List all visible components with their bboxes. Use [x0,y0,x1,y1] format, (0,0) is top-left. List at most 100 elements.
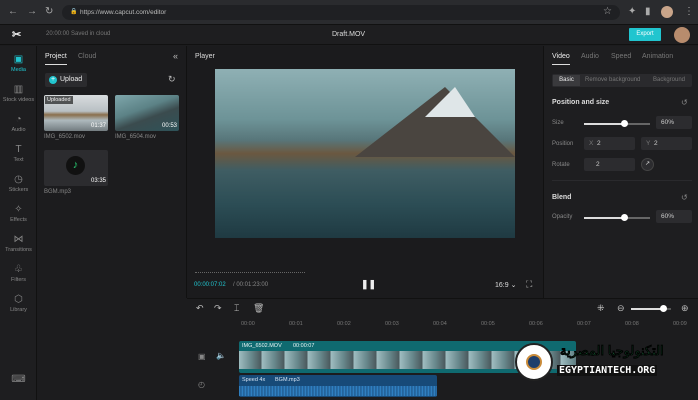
tab-cloud[interactable]: Cloud [78,53,96,60]
sidepanel-icon[interactable]: ▮ [645,6,651,17]
rail-label: Stickers [8,187,29,193]
fullscreen-icon[interactable]: ⛶ [526,279,532,290]
zoom-in-icon[interactable]: ⊕ [681,303,689,314]
delete-icon[interactable]: 🗑 [253,303,264,314]
opacity-slider[interactable] [584,214,650,221]
divider [552,180,692,181]
section-position-size: Position and size [552,99,610,106]
tab-audio[interactable]: Audio [581,53,599,60]
zoom-fill [631,308,663,310]
tab-video[interactable]: Video [552,53,570,65]
section-blend: Blend [552,194,572,201]
export-button[interactable]: Export [629,28,661,41]
rotate-input[interactable]: 2 [584,158,635,171]
undo-icon[interactable]: ↶ [196,303,204,314]
ruler-tick: 00:01 [289,321,303,327]
sticker-icon: ◷ [14,174,23,185]
timeline-zoom-slider[interactable] [631,305,671,312]
ruler-tick: 00:07 [577,321,591,327]
rail-filters[interactable]: ♧ Filters [0,264,37,283]
refresh-icon[interactable]: ↻ [168,74,176,85]
project-title[interactable]: Draft.MOV [332,31,365,38]
rail-label: Audio [11,127,26,133]
transitions-icon: ⋈ [13,234,24,245]
rail-text[interactable]: T Text [0,144,37,163]
audio-track-icon: ◴ [198,380,205,389]
zoom-knob[interactable] [660,305,667,312]
reload-icon[interactable]: ↻ [45,6,53,17]
media-item-name: BGM.mp3 [44,189,72,195]
menu-icon[interactable]: ⋮ [684,6,694,17]
ruler-tick: 00:02 [337,321,351,327]
subtab-background[interactable]: Background [653,77,685,83]
y-value: 2 [653,140,658,147]
rail-label: Library [10,307,27,313]
size-fill [584,123,624,125]
tab-project[interactable]: Project [45,53,67,65]
url-text: https://www.capcut.com/editor [80,9,167,16]
subtab-remove-background[interactable]: Remove background [585,77,640,83]
extensions-icon[interactable]: ✦ [628,6,636,17]
opacity-input[interactable]: 60% [656,210,692,223]
rail-transitions[interactable]: ⋈ Transitions [0,234,37,253]
waveform [239,386,437,396]
media-item-name: IMG_6504.mov [115,134,157,140]
video-preview[interactable] [215,69,515,238]
media-panel: Project Cloud « + Upload ↻ Uploaded 01:3… [37,46,187,298]
rail-effects[interactable]: ✧ Effects [0,204,37,223]
snap-icon[interactable]: ⁜ [597,303,605,314]
opacity-knob[interactable] [620,214,628,221]
watermark-logo [515,343,553,381]
tab-animation[interactable]: Animation [642,53,673,60]
back-icon[interactable]: ← [8,6,18,17]
zoom-out-icon[interactable]: ⊖ [617,303,625,314]
profile-avatar[interactable] [661,6,673,18]
media-item-img6502[interactable]: Uploaded 01:37 [44,95,108,131]
upload-label: Upload [60,76,83,83]
total-time: / 00:01:23:00 [233,282,269,288]
media-item-bgm[interactable]: ♪ 03:35 [44,150,108,186]
redo-icon[interactable]: ↷ [214,303,222,314]
position-y-input[interactable]: Y 2 [641,137,692,150]
library-icon: ⬡ [14,294,23,305]
rail-label: Filters [11,277,26,283]
rail-label: Transitions [5,247,32,253]
rail-label: Media [11,67,26,73]
collapse-icon[interactable]: « [173,51,178,61]
split-icon[interactable]: ⌶ [234,303,239,314]
upload-button[interactable]: + Upload [45,73,87,87]
size-knob[interactable] [620,120,628,127]
ratio-select[interactable]: 16:9 ⌄ [495,281,516,289]
left-rail: ▣ Media ▥ Stock videos ◔ Audio T Text ◷ Stick… [0,46,37,400]
forward-icon[interactable]: → [27,6,37,17]
rail-audio[interactable]: ◔ Audio [0,114,37,133]
rail-media[interactable]: ▣ Media [0,54,37,73]
star-icon[interactable]: ☆ [603,6,612,17]
user-avatar[interactable] [674,27,690,43]
reset-icon[interactable]: ↺ [681,98,688,107]
size-slider[interactable] [584,120,650,127]
ruler-tick: 00:03 [385,321,399,327]
address-bar[interactable]: 🔒 https://www.capcut.com/editor [62,5,620,20]
reset-icon[interactable]: ↺ [681,193,688,202]
subtab-basic[interactable]: Basic [553,75,580,86]
rail-library[interactable]: ⬡ Library [0,294,37,313]
position-x-input[interactable]: X 2 [584,137,635,150]
tab-speed[interactable]: Speed [611,53,631,60]
capcut-logo: ✂ [12,29,22,41]
keyboard-shortcuts-button[interactable]: ⌨ [0,374,37,387]
rail-stickers[interactable]: ◷ Stickers [0,174,37,193]
ruler-tick: 00:09 [673,321,687,327]
media-item-img6504[interactable]: 00:53 [115,95,179,131]
rotate-dial-icon[interactable]: ↗ [641,158,654,171]
mute-icon[interactable]: 🔈 [216,351,226,360]
pause-button[interactable]: ❚❚ [361,279,376,290]
audio-clip[interactable]: Speed 4x BGM.mp3 [239,375,437,397]
size-input[interactable]: 60% [656,116,692,129]
rail-label: Text [13,157,24,163]
rail-stock-videos[interactable]: ▥ Stock videos [0,84,37,103]
watermark-arabic: التكنولوجيا المصرية [560,343,664,359]
cover-icon[interactable]: ▣ [198,352,206,361]
media-item-name: IMG_6502.mov [44,134,86,140]
scrub-bar[interactable] [195,272,305,274]
